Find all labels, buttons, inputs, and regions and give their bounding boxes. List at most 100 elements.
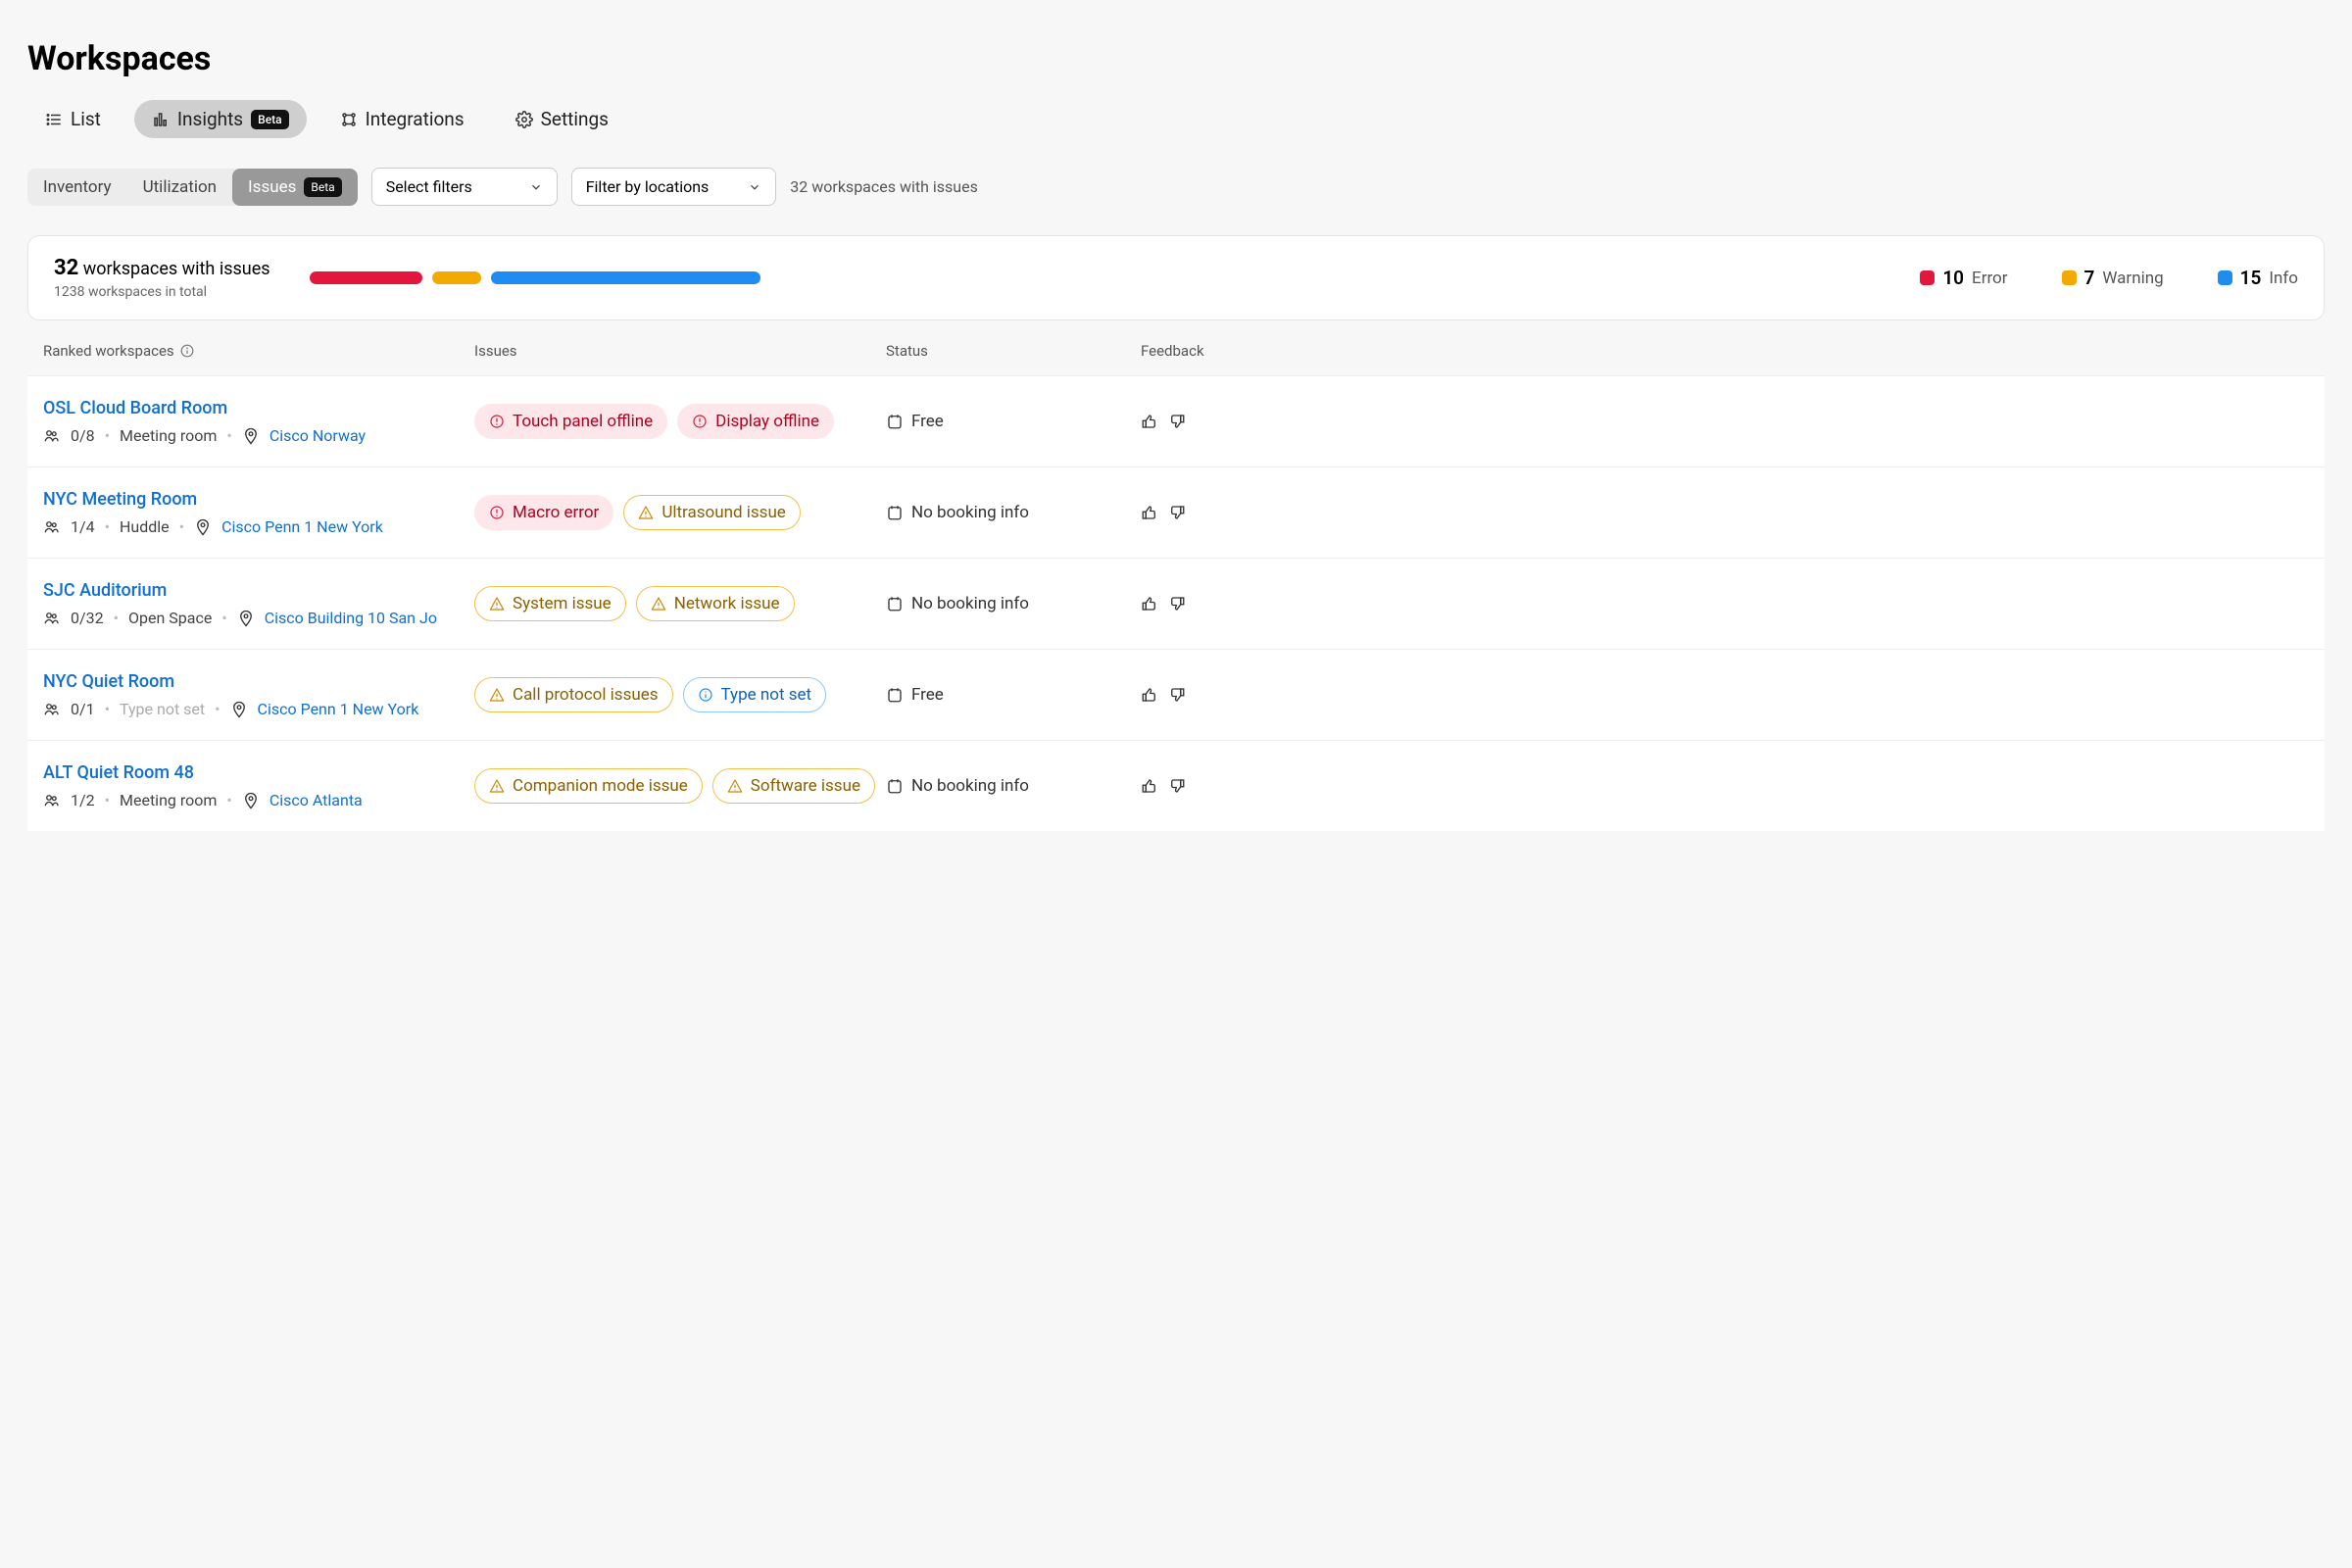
issue-pill-error[interactable]: Macro error	[474, 495, 613, 530]
issue-pill-warning[interactable]: Ultrasound issue	[623, 495, 801, 530]
thumbs-down-button[interactable]	[1168, 595, 1186, 612]
workspace-link[interactable]: NYC Meeting Room	[43, 489, 197, 510]
separator-dot: •	[179, 517, 184, 536]
bar-error	[310, 271, 422, 284]
issue-pill-warning[interactable]: Call protocol issues	[474, 677, 673, 712]
issue-pill-warning[interactable]: Companion mode issue	[474, 768, 703, 804]
legend-warning-label: Warning	[2102, 269, 2163, 288]
table-row: SJC Auditorium0/32•Open Space•Cisco Buil…	[27, 558, 2325, 649]
thumbs-down-button[interactable]	[1168, 686, 1186, 704]
issues-count: 32	[54, 256, 78, 280]
subtab-inventory[interactable]: Inventory	[27, 169, 127, 206]
sub-tabs: Inventory Utilization Issues Beta	[27, 169, 358, 206]
tab-label: List	[71, 108, 101, 130]
workspace-meta: 1/4•Huddle•Cisco Penn 1 New York	[43, 517, 474, 536]
issue-label: Software issue	[751, 776, 860, 796]
alert-triangle-icon	[727, 778, 743, 794]
separator-dot: •	[226, 426, 231, 445]
workspace-link[interactable]: SJC Auditorium	[43, 580, 167, 601]
beta-badge: Beta	[251, 110, 288, 129]
feedback-controls	[1141, 504, 2309, 521]
thumbs-down-button[interactable]	[1168, 777, 1186, 795]
filter-locations-dropdown[interactable]: Filter by locations	[571, 168, 777, 206]
issue-pills: System issue Network issue	[474, 586, 886, 621]
location-link[interactable]: Cisco Building 10 San Jo	[265, 609, 437, 627]
insights-icon	[152, 111, 170, 128]
workspace-link[interactable]: OSL Cloud Board Room	[43, 398, 227, 418]
people-icon	[43, 427, 61, 445]
col-ranked: Ranked workspaces	[43, 342, 174, 360]
bar-warning	[432, 271, 481, 284]
thumbs-down-button[interactable]	[1168, 504, 1186, 521]
alert-circle-icon	[692, 414, 708, 429]
beta-badge: Beta	[304, 177, 341, 197]
people-icon	[43, 610, 61, 627]
workspace-link[interactable]: ALT Quiet Room 48	[43, 762, 194, 783]
location-link[interactable]: Cisco Penn 1 New York	[258, 700, 419, 718]
thumbs-up-button[interactable]	[1141, 413, 1158, 430]
tab-insights[interactable]: Insights Beta	[134, 100, 307, 138]
list-icon	[45, 111, 63, 128]
issue-label: Type not set	[721, 685, 812, 705]
location-icon	[194, 518, 212, 536]
thumbs-up-button[interactable]	[1141, 595, 1158, 612]
issue-pills: Call protocol issues Type not set	[474, 677, 886, 712]
location-link[interactable]: Cisco Norway	[270, 426, 366, 445]
alert-circle-icon	[489, 505, 505, 520]
location-icon	[237, 610, 255, 627]
select-filters-dropdown[interactable]: Select filters	[371, 168, 558, 206]
feedback-controls	[1141, 413, 2309, 430]
issue-pills: Companion mode issue Software issue	[474, 768, 886, 804]
workspace-meta: 0/8•Meeting room•Cisco Norway	[43, 426, 474, 445]
tab-list[interactable]: List	[27, 100, 119, 138]
subtab-issues[interactable]: Issues Beta	[232, 169, 358, 206]
status: No booking info	[886, 594, 1141, 613]
issue-pill-error[interactable]: Display offline	[677, 404, 834, 439]
issue-pill-error[interactable]: Touch panel offline	[474, 404, 667, 439]
info-icon[interactable]	[180, 344, 194, 358]
col-status: Status	[886, 342, 1141, 360]
issue-pill-warning[interactable]: Software issue	[712, 768, 875, 804]
occupancy: 0/32	[71, 609, 104, 627]
filter-locations-label: Filter by locations	[586, 177, 710, 196]
status-label: Free	[911, 685, 944, 705]
separator-dot: •	[215, 700, 220, 718]
alert-triangle-icon	[489, 596, 505, 612]
issue-label: Macro error	[513, 503, 599, 522]
subtab-utilization[interactable]: Utilization	[127, 169, 232, 206]
location-link[interactable]: Cisco Penn 1 New York	[221, 517, 383, 536]
calendar-icon	[886, 504, 904, 521]
issue-pills: Macro error Ultrasound issue	[474, 495, 886, 530]
alert-triangle-icon	[489, 778, 505, 794]
separator-dot: •	[105, 700, 110, 718]
info-icon	[698, 687, 713, 703]
issue-label: Network issue	[674, 594, 780, 613]
legend-info-label: Info	[2269, 269, 2298, 288]
issue-pill-warning[interactable]: System issue	[474, 586, 626, 621]
tab-integrations[interactable]: Integrations	[322, 100, 482, 138]
issue-pill-info[interactable]: Type not set	[683, 677, 827, 712]
separator-dot: •	[105, 791, 110, 809]
bar-info	[491, 271, 760, 284]
separator-dot: •	[105, 517, 110, 536]
legend-error-count: 10	[1942, 267, 1964, 289]
chevron-down-icon	[748, 180, 761, 194]
total-workspaces: 1238 workspaces in total	[54, 284, 270, 300]
thumbs-up-button[interactable]	[1141, 686, 1158, 704]
separator-dot: •	[221, 609, 226, 627]
thumbs-down-button[interactable]	[1168, 413, 1186, 430]
status: Free	[886, 685, 1141, 705]
thumbs-up-button[interactable]	[1141, 504, 1158, 521]
issue-pill-warning[interactable]: Network issue	[636, 586, 795, 621]
alert-circle-icon	[489, 414, 505, 429]
table-row: ALT Quiet Room 481/2•Meeting room•Cisco …	[27, 740, 2325, 831]
thumbs-up-button[interactable]	[1141, 777, 1158, 795]
people-icon	[43, 792, 61, 809]
tab-settings[interactable]: Settings	[498, 100, 626, 138]
gear-icon	[515, 111, 533, 128]
col-issues: Issues	[474, 342, 886, 360]
location-link[interactable]: Cisco Atlanta	[270, 791, 363, 809]
separator-dot: •	[114, 609, 119, 627]
tab-label: Insights	[177, 108, 243, 130]
workspace-link[interactable]: NYC Quiet Room	[43, 671, 174, 692]
